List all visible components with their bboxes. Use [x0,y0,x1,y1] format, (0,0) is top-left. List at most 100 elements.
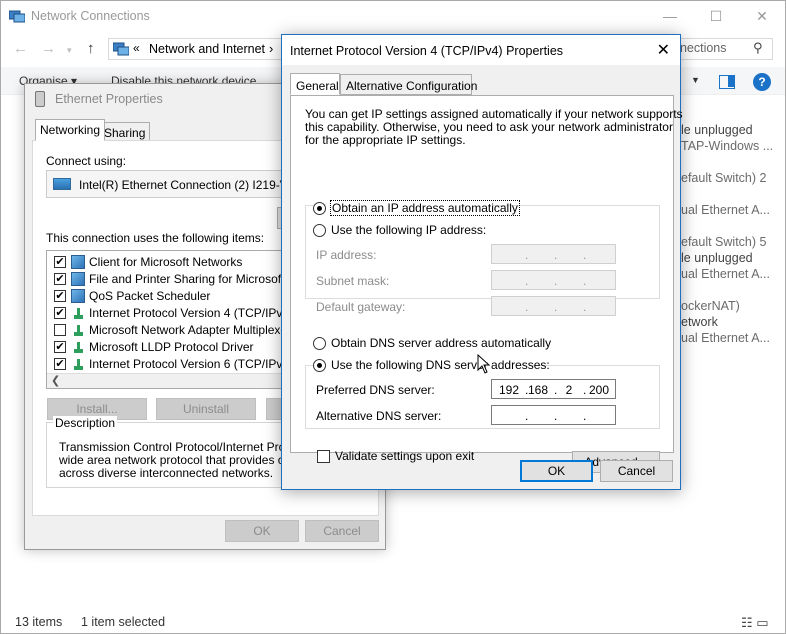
items-label: This connection uses the following items… [46,231,265,245]
connection-item-text[interactable]: efault Switch) 5 [681,235,773,251]
subnet-mask-field[interactable]: ... [491,270,616,290]
subnet-mask-label: Subnet mask: [316,274,390,288]
connection-item-text[interactable] [681,187,773,203]
preferred-dns-label: Preferred DNS server: [316,383,435,397]
radio-indicator [313,224,326,237]
connection-item-text[interactable]: le unplugged [681,251,773,267]
ipv4-ok-button[interactable]: OK [520,460,593,482]
scroll-left-icon[interactable]: ❮ [51,374,60,387]
connection-item-text[interactable]: le unplugged [681,123,773,139]
ethernet-cancel-button[interactable]: Cancel [305,520,379,542]
preferred-dns-octet-4[interactable]: 200 [588,383,610,397]
breadcrumb-network-and-internet[interactable]: Network and Internet [149,42,265,56]
description-group: Description Transmission Control Protoco… [46,416,306,488]
default-gateway-field[interactable]: ... [491,296,616,316]
ip-address-field[interactable]: ... [491,244,616,264]
component-label: Microsoft LLDP Protocol Driver [89,340,254,354]
up-arrow-icon[interactable]: ↑ [87,40,95,57]
default-gateway-label: Default gateway: [316,300,406,314]
help-icon[interactable]: ? [753,73,771,91]
component-checkbox[interactable]: ✔ [54,273,66,285]
preferred-dns-field[interactable]: 192 . 168 . 2 . 200 [491,379,616,399]
component-label: Client for Microsoft Networks [89,255,243,269]
view-dropdown-icon[interactable]: ▼ [691,75,700,85]
use-dns-manual-radio[interactable]: Use the following DNS server addresses: [313,358,550,374]
component-label: Internet Protocol Version 6 (TCP/IPv6) [89,357,294,371]
obtain-ip-auto-radio[interactable]: Obtain an IP address automatically [313,200,520,217]
connection-item-text[interactable]: ual Ethernet A... [681,267,773,283]
connection-item-text[interactable] [681,155,773,171]
tab-general[interactable]: General [290,73,340,95]
ethernet-ok-button[interactable]: OK [225,520,299,542]
connection-item-text[interactable]: ockerNAT) [681,299,773,315]
address-overflow-chevron[interactable]: « [133,41,140,55]
close-icon[interactable]: ✕ [657,40,670,60]
connection-item-text[interactable]: ual Ethernet A... [681,203,773,219]
protocol-icon [71,306,85,320]
maximize-button[interactable]: ☐ [693,1,739,32]
close-window-button[interactable]: ✕ [739,1,785,32]
tab-alternative-configuration[interactable]: Alternative Configuration [340,74,477,95]
status-bar: 13 items 1 item selected [1,613,785,633]
ethernet-properties-icon [35,91,45,107]
preferred-dns-octet-2[interactable]: 168 [527,383,549,397]
network-service-icon [71,289,85,303]
network-client-icon [71,255,85,269]
connection-item-text[interactable]: TAP-Windows ... [681,139,773,155]
protocol-icon [71,357,85,371]
component-checkbox[interactable]: ✔ [54,256,66,268]
network-connections-icon [9,10,25,23]
use-dns-manual-label: Use the following DNS server addresses: [331,358,550,372]
component-label: File and Printer Sharing for Microsoft N… [89,272,306,286]
connect-using-label: Connect using: [46,154,127,168]
description-text: Transmission Control Protocol/Internet P… [59,441,299,480]
preferred-dns-octet-3[interactable]: 2 [558,383,580,397]
use-ip-manual-radio[interactable]: Use the following IP address: [313,223,486,239]
ipv4-properties-dialog: Internet Protocol Version 4 (TCP/IPv4) P… [281,34,683,490]
connection-item-text[interactable]: ual Ethernet A... [681,331,773,347]
validate-settings-checkbox[interactable]: Validate settings upon exit [317,449,487,465]
obtain-ip-auto-label: Obtain an IP address automatically [330,200,520,216]
forward-arrow-icon[interactable]: → [41,40,56,57]
connection-item-text[interactable]: efault Switch) 2 [681,171,773,187]
components-list: ✔ Internet Protocol Version 6 (TCP/IPv6) ✔… [46,250,306,389]
breadcrumb-separator-icon[interactable]: › [269,41,273,56]
explorer-titlebar: Network Connections — ☐ ✕ [1,1,785,32]
selection-count: 1 item selected [81,615,166,629]
obtain-dns-auto-radio[interactable]: Obtain DNS server address automatically [313,336,553,352]
connection-item-text[interactable] [681,219,773,235]
alternative-dns-field[interactable]: ... [491,405,616,425]
component-label: Microsoft Network Adapter Multiplexor Pr [89,323,306,337]
connections-list: le unplugged TAP-Windows ... efault Switch… [681,123,773,347]
description-legend: Description [53,416,118,430]
ipv4-titlebar: Internet Protocol Version 4 (TCP/IPv4) P… [282,35,680,65]
connection-item-text[interactable] [681,283,773,299]
use-ip-manual-label: Use the following IP address: [331,223,487,237]
search-icon[interactable]: ⚲ [753,40,763,56]
component-checkbox[interactable]: ✔ [54,358,66,370]
tab-networking[interactable]: Networking [35,119,106,141]
horizontal-scrollbar[interactable]: ❮ [47,373,305,388]
adapter-name: Intel(R) Ethernet Connection (2) I219-V [79,178,288,192]
recent-dropdown-icon[interactable]: ▾ [67,45,72,56]
back-arrow-icon[interactable]: ← [13,40,28,57]
preferred-dns-octet-1[interactable]: 192 [498,383,520,397]
component-checkbox[interactable]: ✔ [54,290,66,302]
connection-item-text[interactable]: etwork [681,315,773,331]
ethernet-dialog-title: Ethernet Properties [55,92,163,106]
component-checkbox[interactable]: ✔ [54,341,66,353]
explorer-title: Network Connections [31,9,150,23]
component-checkbox[interactable] [54,324,66,336]
view-toggle-icons[interactable]: ☷ ▭ [741,615,769,631]
info-text: You can get IP settings assigned automat… [305,107,683,147]
component-label: Internet Protocol Version 4 (TCP/IPv4) [89,306,294,320]
mouse-cursor-icon [477,354,491,374]
tab-sharing[interactable]: Sharing [99,122,151,142]
preview-pane-icon[interactable] [719,75,735,89]
search-input[interactable]: nnections [673,41,727,55]
minimize-button[interactable]: — [647,1,693,32]
component-checkbox[interactable]: ✔ [54,307,66,319]
uninstall-button[interactable]: Uninstall [156,398,256,420]
ipv4-cancel-button[interactable]: Cancel [600,460,673,482]
validate-settings-label: Validate settings upon exit [335,449,475,463]
